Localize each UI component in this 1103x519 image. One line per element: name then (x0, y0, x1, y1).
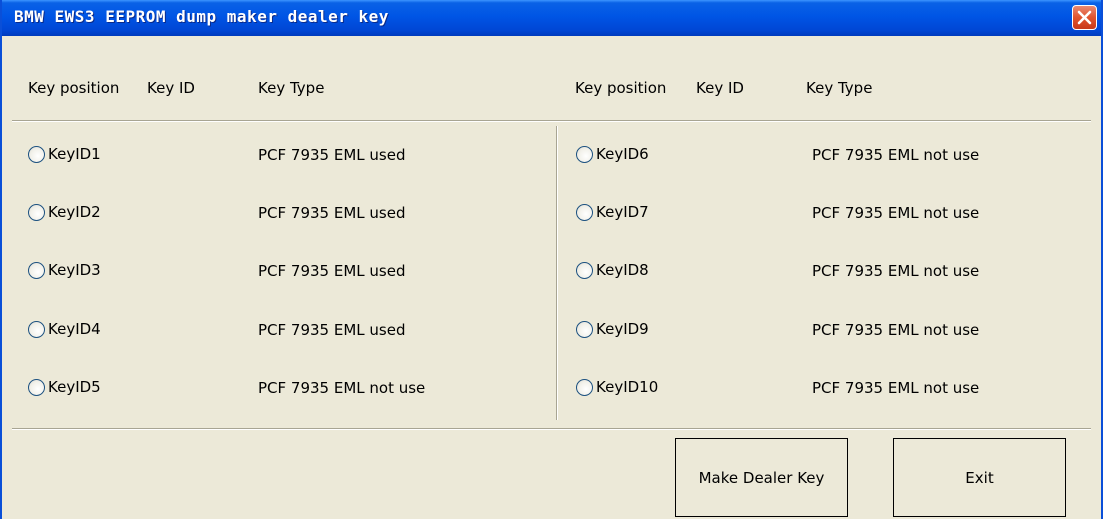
key-row: KeyID2 PCF 7935 EML used (2, 203, 552, 229)
close-icon (1077, 10, 1092, 25)
title-bar[interactable]: BMW EWS3 EEPROM dump maker dealer key (2, 0, 1101, 36)
key-type: PCF 7935 EML not use (812, 204, 980, 222)
radio-button[interactable] (28, 145, 45, 163)
key-label: KeyID7 (596, 203, 649, 221)
close-button[interactable] (1072, 5, 1097, 30)
key-label: KeyID1 (48, 145, 101, 163)
key-radio-keyid7[interactable]: KeyID7 (576, 203, 649, 221)
radio-button[interactable] (28, 378, 45, 396)
key-type: PCF 7935 EML not use (812, 146, 980, 164)
radio-button[interactable] (28, 320, 45, 338)
key-row: KeyID7 PCF 7935 EML not use (562, 203, 1082, 229)
key-radio-keyid6[interactable]: KeyID6 (576, 145, 649, 163)
key-type: PCF 7935 EML used (258, 321, 406, 339)
key-row: KeyID3 PCF 7935 EML used (2, 261, 552, 287)
key-type: PCF 7935 EML used (258, 146, 406, 164)
exit-button[interactable]: Exit (893, 438, 1066, 517)
key-radio-keyid4[interactable]: KeyID4 (28, 320, 101, 338)
key-radio-keyid10[interactable]: KeyID10 (576, 378, 658, 396)
header-key-type-left: Key Type (258, 79, 325, 97)
header-key-id-left: Key ID (147, 79, 195, 97)
header-divider (12, 120, 1091, 122)
key-type: PCF 7935 EML used (258, 262, 406, 280)
radio-button[interactable] (576, 145, 593, 163)
column-divider (556, 126, 558, 420)
key-label: KeyID6 (596, 145, 649, 163)
key-label: KeyID9 (596, 320, 649, 338)
key-label: KeyID8 (596, 261, 649, 279)
header-key-id-right: Key ID (696, 79, 744, 97)
radio-button[interactable] (28, 203, 45, 221)
radio-button[interactable] (576, 203, 593, 221)
key-type: PCF 7935 EML not use (258, 379, 426, 397)
dialog-window: BMW EWS3 EEPROM dump maker dealer key Ke… (0, 0, 1103, 519)
key-row: KeyID5 PCF 7935 EML not use (2, 378, 552, 404)
header-key-type-right: Key Type (806, 79, 873, 97)
key-radio-keyid3[interactable]: KeyID3 (28, 261, 101, 279)
key-row: KeyID4 PCF 7935 EML used (2, 320, 552, 346)
key-row: KeyID8 PCF 7935 EML not use (562, 261, 1082, 287)
key-row: KeyID9 PCF 7935 EML not use (562, 320, 1082, 346)
radio-button[interactable] (576, 261, 593, 279)
radio-button[interactable] (576, 378, 593, 396)
make-dealer-key-button[interactable]: Make Dealer Key (675, 438, 848, 517)
key-label: KeyID10 (596, 378, 659, 396)
radio-button[interactable] (28, 261, 45, 279)
window-title: BMW EWS3 EEPROM dump maker dealer key (14, 7, 389, 26)
key-radio-keyid9[interactable]: KeyID9 (576, 320, 649, 338)
key-radio-keyid5[interactable]: KeyID5 (28, 378, 101, 396)
key-radio-keyid8[interactable]: KeyID8 (576, 261, 649, 279)
radio-button[interactable] (576, 320, 593, 338)
key-label: KeyID2 (48, 203, 101, 221)
key-row: KeyID10 PCF 7935 EML not use (562, 378, 1082, 404)
key-radio-keyid2[interactable]: KeyID2 (28, 203, 101, 221)
key-type: PCF 7935 EML not use (812, 379, 980, 397)
header-key-position-left: Key position (28, 79, 120, 97)
key-type: PCF 7935 EML not use (812, 262, 980, 280)
key-type: PCF 7935 EML not use (812, 321, 980, 339)
key-label: KeyID5 (48, 378, 101, 396)
key-radio-keyid1[interactable]: KeyID1 (28, 145, 101, 163)
footer-divider (12, 428, 1091, 430)
key-type: PCF 7935 EML used (258, 204, 406, 222)
key-label: KeyID4 (48, 320, 101, 338)
key-row: KeyID1 PCF 7935 EML used (2, 145, 552, 171)
key-label: KeyID3 (48, 261, 101, 279)
header-key-position-right: Key position (575, 79, 667, 97)
key-row: KeyID6 PCF 7935 EML not use (562, 145, 1082, 171)
